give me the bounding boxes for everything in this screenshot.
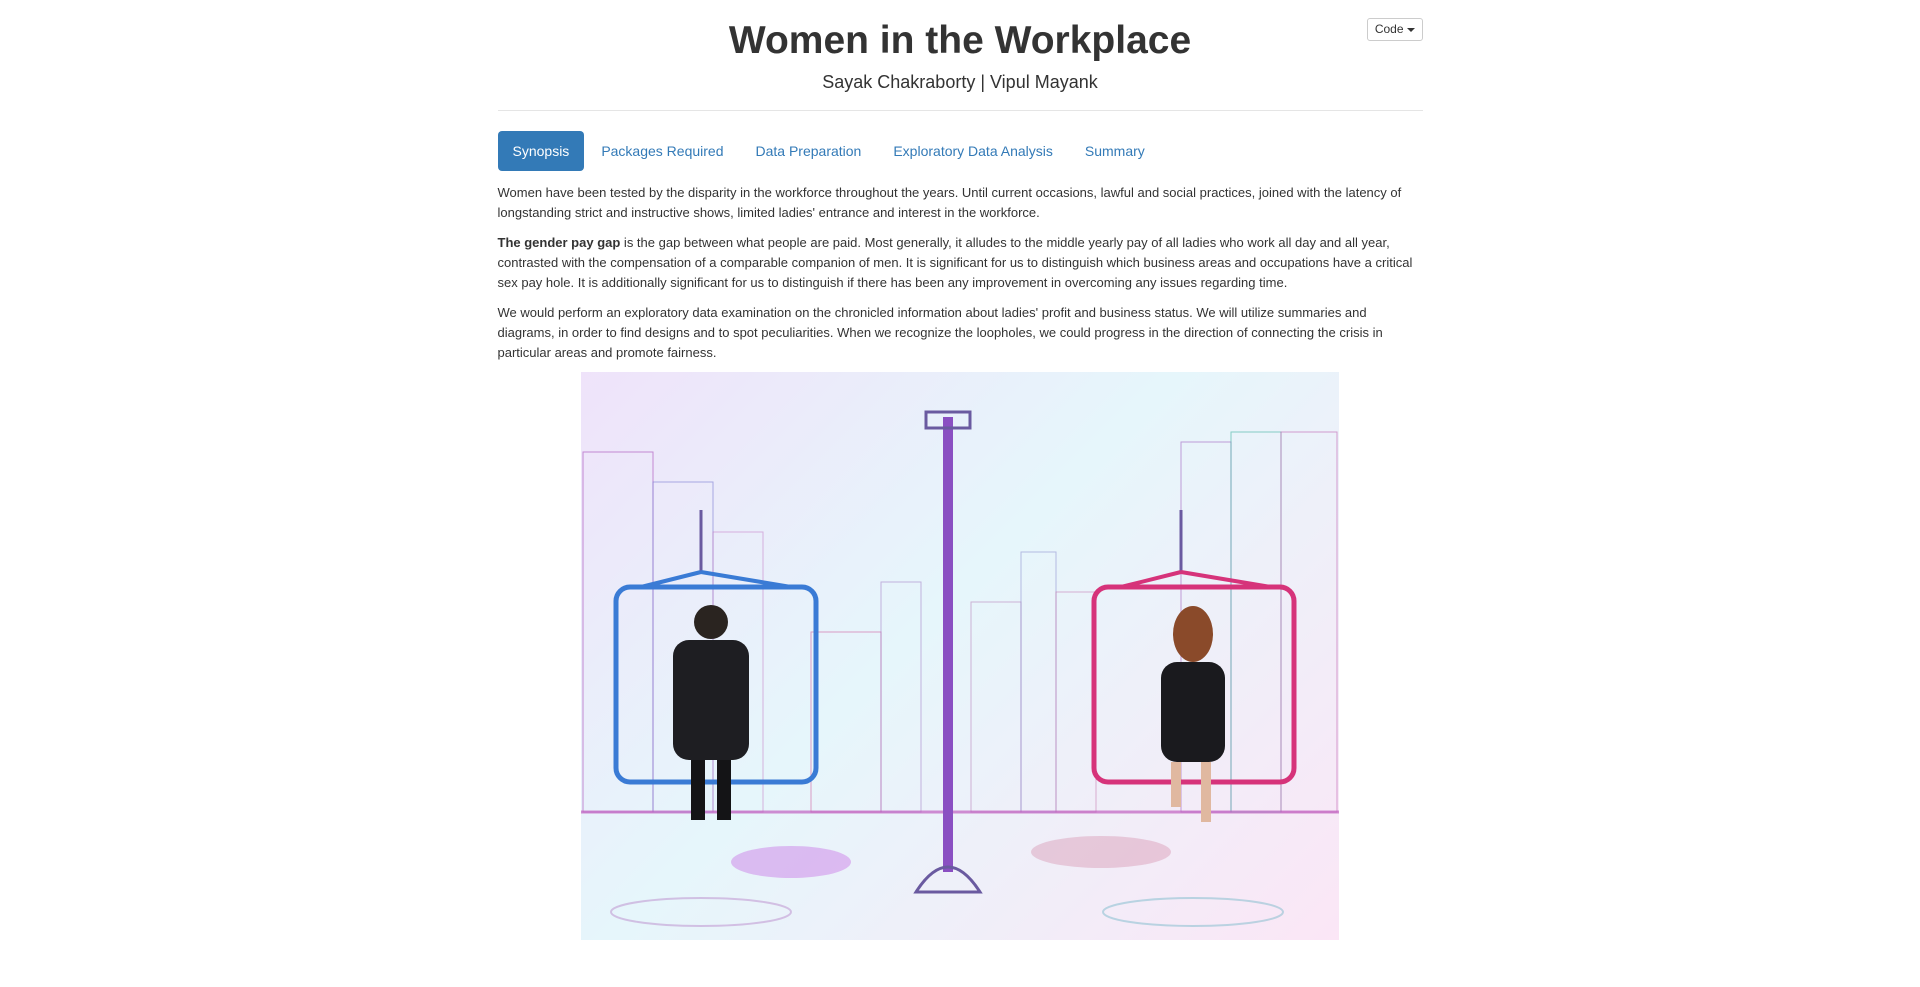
caret-down-icon <box>1406 27 1415 32</box>
gender-pay-scale-illustration <box>581 372 1339 940</box>
floor-pedestals <box>610 897 1284 927</box>
code-dropdown-button[interactable]: Code <box>1366 18 1423 41</box>
tab-synopsis[interactable]: Synopsis <box>497 131 585 171</box>
tab-exploratory-data-analysis[interactable]: Exploratory Data Analysis <box>878 131 1068 171</box>
paragraph-intro: Women have been tested by the disparity … <box>497 185 1402 220</box>
authors: Sayak Chakraborty | Vipul Mayank <box>822 72 1098 92</box>
page-title: Women in the Workplace <box>728 19 1192 62</box>
synopsis-content: Women have been tested by the disparity … <box>498 183 1423 940</box>
paragraph-pay-gap: The gender pay gap is the gap between wh… <box>498 233 1423 293</box>
code-button-label: Code <box>1374 22 1404 36</box>
woman-figure <box>1161 606 1225 822</box>
tab-packages-required[interactable]: Packages Required <box>586 131 738 171</box>
pay-gap-term: The gender pay gap <box>497 235 621 250</box>
paragraph-approach: We would perform an exploratory data exa… <box>497 305 1383 360</box>
tab-data-preparation[interactable]: Data Preparation <box>741 131 877 171</box>
page-header: Women in the Workplace Sayak Chakraborty… <box>497 17 1423 111</box>
man-figure <box>673 605 749 820</box>
page-container: Code Women in the Workplace Sayak Chakra… <box>497 0 1423 940</box>
section-tabs: Synopsis Packages Required Data Preparat… <box>497 131 1423 171</box>
tab-summary[interactable]: Summary <box>1070 131 1160 171</box>
pay-gap-text: is the gap between what people are paid.… <box>497 235 1413 290</box>
